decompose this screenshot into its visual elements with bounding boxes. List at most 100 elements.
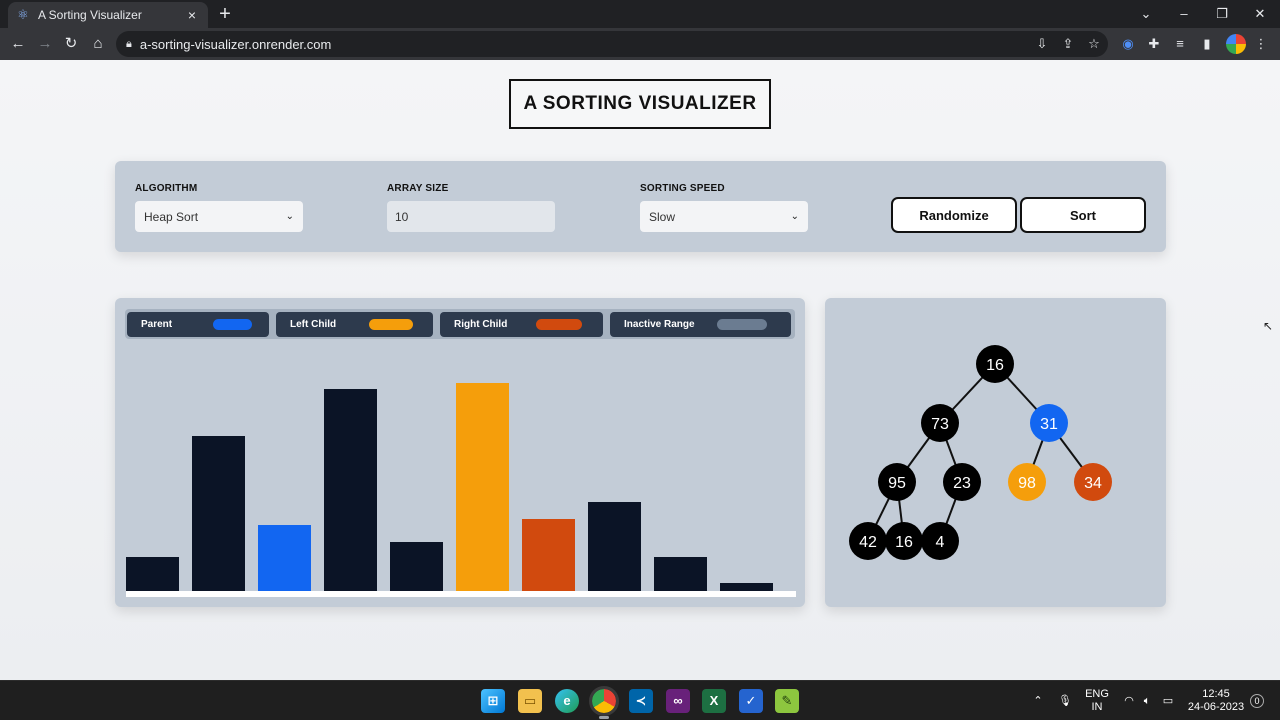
- array-bar: [588, 502, 641, 591]
- language-top: ENG: [1085, 688, 1109, 700]
- tree-node-label: 98: [1018, 475, 1036, 492]
- array-bar: [324, 389, 377, 591]
- language-bottom: IN: [1091, 701, 1103, 713]
- algorithm-select[interactable]: Heap Sort ⌄: [135, 201, 303, 232]
- tab-close-icon[interactable]: ×: [184, 7, 200, 23]
- tree-node: 73: [921, 404, 959, 442]
- bar-area: [126, 348, 796, 599]
- restore-icon[interactable]: ❐: [1203, 0, 1241, 28]
- share-icon[interactable]: ⇪: [1057, 33, 1079, 55]
- new-tab-button[interactable]: +: [214, 3, 236, 25]
- active-app-indicator: [599, 716, 609, 719]
- edge-browser-icon[interactable]: e: [555, 689, 579, 713]
- browser-tab-bar: ⚛ A Sorting Visualizer × + ⌄ – ❐ ✕: [0, 0, 1280, 28]
- heap-tree-panel: 16 73 31 95 23 98 34 42 16 4: [825, 298, 1166, 607]
- array-bar: [720, 583, 773, 591]
- tree-node: 98: [1008, 463, 1046, 501]
- legend-label: Inactive Range: [624, 319, 695, 330]
- install-app-icon[interactable]: ⇩: [1031, 33, 1053, 55]
- window-close-icon[interactable]: ✕: [1241, 0, 1279, 28]
- page-title: A SORTING VISUALIZER: [509, 79, 771, 129]
- lock-icon: 🔒︎: [126, 37, 132, 50]
- language-indicator[interactable]: ENG IN: [1082, 681, 1112, 720]
- sorting-speed-select[interactable]: Slow ⌄: [640, 201, 808, 232]
- bars-panel: Parent Left Child Right Child Inactive R…: [115, 298, 805, 607]
- back-icon[interactable]: ←: [7, 33, 29, 55]
- excel-icon[interactable]: X: [702, 689, 726, 713]
- address-bar[interactable]: 🔒︎ a-sorting-visualizer.onrender.com: [116, 31, 1108, 57]
- controls-panel: ALGORITHM Heap Sort ⌄ ARRAY SIZE 10 SORT…: [115, 161, 1166, 252]
- chrome-browser-icon[interactable]: [589, 686, 619, 716]
- microphone-icon[interactable]: 🎙︎: [1055, 681, 1075, 720]
- tab-title: A Sorting Visualizer: [38, 8, 142, 22]
- tree-node-label: 34: [1084, 475, 1102, 492]
- array-bar: [258, 525, 311, 591]
- battery-icon[interactable]: ▭: [1157, 681, 1179, 720]
- file-explorer-icon[interactable]: ▭: [518, 689, 542, 713]
- tree-node-label: 95: [888, 475, 906, 492]
- extension-icon[interactable]: ◉: [1117, 33, 1139, 55]
- clock-date: 24-06-2023: [1187, 701, 1245, 713]
- legend: Parent Left Child Right Child Inactive R…: [125, 309, 795, 339]
- sort-button[interactable]: Sort: [1020, 197, 1146, 233]
- url-text: a-sorting-visualizer.onrender.com: [139, 36, 332, 52]
- vscode-icon[interactable]: ≺: [629, 689, 653, 713]
- visual-studio-icon[interactable]: ∞: [666, 689, 690, 713]
- legend-item-left-child: Left Child: [276, 312, 433, 337]
- legend-swatch: [369, 319, 413, 330]
- legend-swatch: [717, 319, 767, 330]
- profile-avatar[interactable]: [1226, 34, 1246, 54]
- array-bar: [522, 519, 575, 591]
- array-bar: [390, 542, 443, 591]
- legend-item-parent: Parent: [127, 312, 269, 337]
- home-icon[interactable]: ⌂: [87, 33, 109, 55]
- forward-icon[interactable]: →: [34, 33, 56, 55]
- windows-start-icon[interactable]: ⊞: [481, 689, 505, 713]
- mouse-cursor-icon: ↖: [1263, 319, 1274, 333]
- tree-node: 31: [1030, 404, 1068, 442]
- tree-node-label: 73: [931, 416, 949, 433]
- randomize-button[interactable]: Randomize: [891, 197, 1017, 233]
- tree-node: 16: [885, 522, 923, 560]
- bars-baseline: [126, 591, 796, 597]
- array-bar: [126, 557, 179, 591]
- tree-node-label: 16: [986, 357, 1004, 374]
- algorithm-select-value: Heap Sort: [144, 209, 199, 224]
- legend-label: Parent: [141, 319, 173, 330]
- menu-kebab-icon[interactable]: ⋮: [1250, 33, 1272, 55]
- tray-overflow-chevron-icon[interactable]: ⌃: [1028, 681, 1048, 720]
- wifi-icon[interactable]: ◠: [1120, 681, 1138, 720]
- browser-toolbar: ← → ↻ ⌂ 🔒︎ a-sorting-visualizer.onrender…: [0, 28, 1280, 60]
- todo-icon[interactable]: ✓: [739, 689, 763, 713]
- minimize-icon[interactable]: –: [1165, 0, 1203, 28]
- array-size-input[interactable]: 10: [387, 201, 555, 232]
- browser-tab[interactable]: ⚛ A Sorting Visualizer ×: [8, 2, 208, 28]
- page-content: A SORTING VISUALIZER ALGORITHM Heap Sort…: [0, 60, 1280, 680]
- notification-count: 0: [1250, 694, 1264, 708]
- notifications-badge[interactable]: 0: [1248, 681, 1266, 720]
- side-panel-icon[interactable]: ▮: [1196, 33, 1218, 55]
- media-queue-icon[interactable]: ≡: [1169, 33, 1191, 55]
- extensions-puzzle-icon[interactable]: ✚: [1143, 33, 1165, 55]
- bookmark-star-icon[interactable]: ☆: [1083, 33, 1105, 55]
- chevron-down-icon: ⌄: [285, 211, 294, 222]
- legend-label: Left Child: [290, 319, 337, 330]
- tree-node: 95: [878, 463, 916, 501]
- array-bar: [456, 383, 509, 591]
- tree-node: 23: [943, 463, 981, 501]
- tree-node-label: 16: [895, 534, 913, 551]
- tree-node: 16: [976, 345, 1014, 383]
- tree-node: 42: [849, 522, 887, 560]
- reload-icon[interactable]: ↻: [60, 33, 82, 55]
- clock-time: 12:45: [1202, 688, 1230, 700]
- windows-taskbar: ⊞ ▭ e ≺ ∞ X ✓ ✎ ⌃ 🎙︎ ENG IN ◠ 🔈︎ ▭ 12:45…: [0, 680, 1280, 720]
- legend-item-right-child: Right Child: [440, 312, 603, 337]
- volume-icon[interactable]: 🔈︎: [1138, 681, 1156, 720]
- clock[interactable]: 12:45 24-06-2023: [1186, 681, 1246, 720]
- tree-node: 4: [921, 522, 959, 560]
- legend-item-inactive-range: Inactive Range: [610, 312, 791, 337]
- legend-label: Right Child: [454, 319, 508, 330]
- tree-node-label: 4: [936, 534, 945, 551]
- tab-search-icon[interactable]: ⌄: [1127, 0, 1165, 28]
- notepad-icon[interactable]: ✎: [775, 689, 799, 713]
